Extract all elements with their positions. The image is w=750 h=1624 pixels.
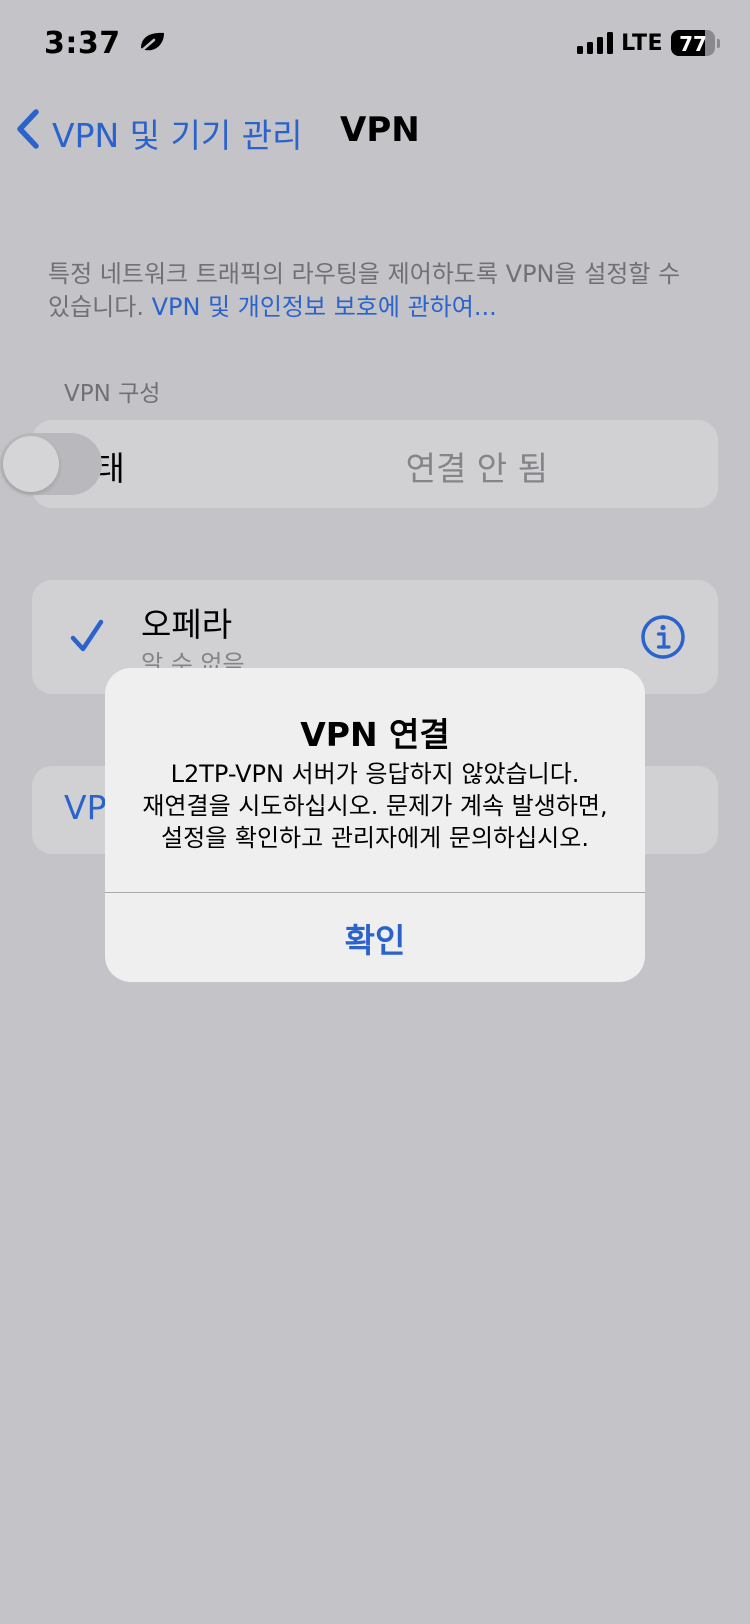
status-time-text: 3:37 [44,26,121,61]
checkmark-icon [70,618,104,658]
back-button[interactable]: VPN 및 기기 관리 [14,108,302,158]
vpn-description: 특정 네트워크 트래픽의 라우팅을 제어하도록 VPN을 설정할 수 있습니다.… [48,258,708,324]
network-type: LTE [621,30,663,56]
info-icon[interactable] [640,614,686,664]
alert-message-line: 재연결을 시도하십시오. 문제가 계속 발생하면, [142,792,608,820]
toggle-knob [3,436,59,492]
status-value: 연결 안 됨 [405,449,548,488]
status-indicators: LTE 77 [577,30,720,56]
battery-tip [717,38,720,48]
status-time: 3:37 [44,26,166,62]
vpn-name: 오페라 [141,605,233,644]
vpn-connection-alert: VPN 연결 L2TP-VPN 서버가 응답하지 않았습니다. 재연결을 시도하… [105,668,645,982]
alert-message-line: L2TP-VPN 서버가 응답하지 않았습니다. [170,760,580,788]
battery-icon: 77 [671,30,715,56]
page-title: VPN [340,110,420,150]
alert-title: VPN 연결 [300,715,450,754]
alert-message: L2TP-VPN 서버가 응답하지 않았습니다. 재연결을 시도하십시오. 문제… [125,758,625,854]
section-header-vpn-config: VPN 구성 [64,381,161,407]
privacy-link[interactable]: VPN 및 개인정보 보호에 관하여... [152,293,497,321]
chevron-left-icon [14,108,42,158]
back-label: VPN 및 기기 관리 [52,116,303,155]
cellular-signal-icon [577,32,614,54]
add-vpn-label: VP [64,788,107,827]
alert-message-line: 설정을 확인하고 관리자에게 문의하십시오. [161,824,589,852]
vpn-status-toggle[interactable] [0,433,102,495]
leaf-icon [138,27,166,62]
ok-button[interactable]: 확인 [105,893,645,982]
battery-percent: 77 [679,32,707,56]
vpn-status-card: 상태 연결 안 됨 [0,420,718,508]
